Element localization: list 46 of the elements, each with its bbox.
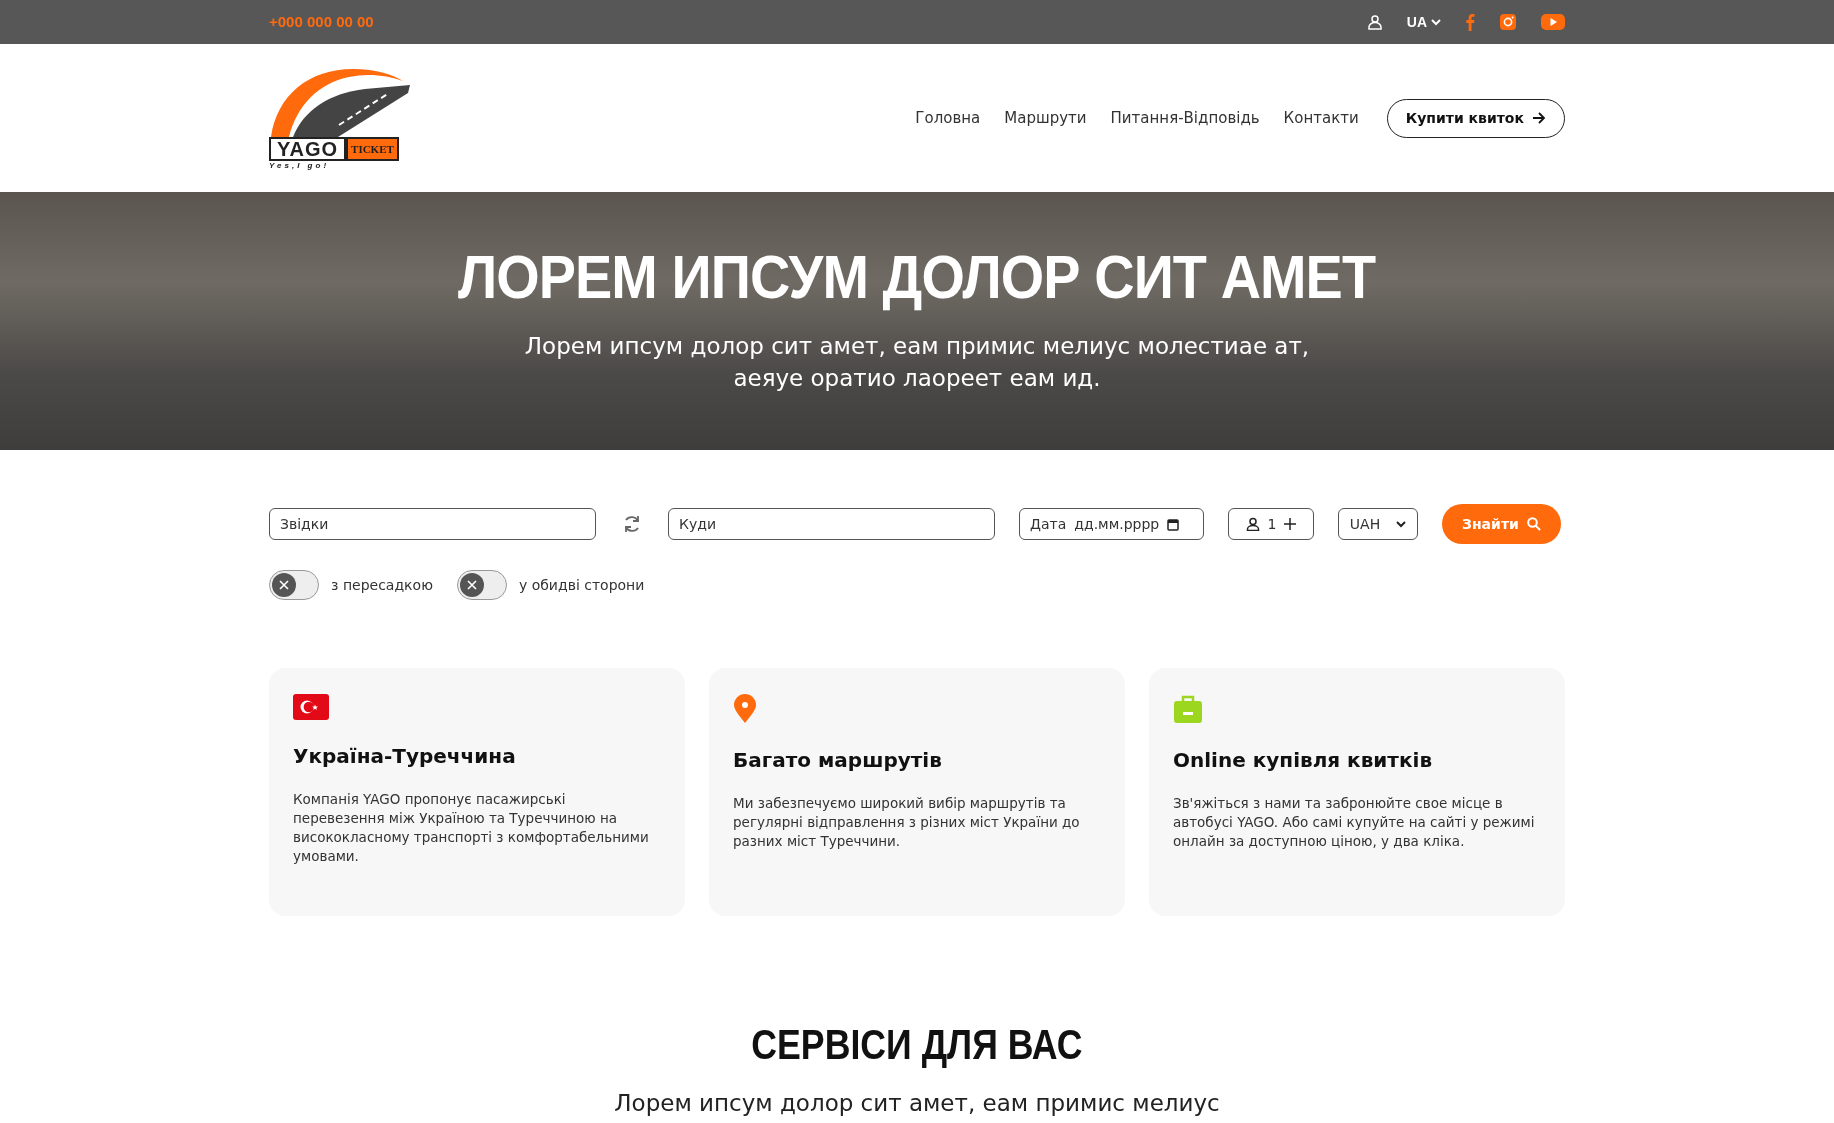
- nav-link[interactable]: Маршрути: [1004, 106, 1087, 130]
- search-icon: [1526, 517, 1541, 531]
- toggle-switch[interactable]: [269, 570, 319, 600]
- facebook-icon[interactable]: [1465, 13, 1475, 31]
- logo-badge: TICKET: [346, 137, 399, 161]
- turkish-flag-icon: [293, 694, 329, 720]
- logo-slogan: Yes,I go!: [269, 161, 331, 171]
- nav-link[interactable]: Питання-Відповідь: [1110, 106, 1260, 130]
- passengers-field[interactable]: 1: [1228, 508, 1314, 540]
- calendar-icon: [1167, 517, 1180, 531]
- departure-field[interactable]: Звідки: [269, 508, 596, 540]
- destination-field[interactable]: Куди: [668, 508, 995, 540]
- map-pin-icon: [733, 694, 757, 724]
- section-subtitle: Лорем ипсум долор сит амет, еам примис мелиус: [614, 1089, 1220, 1119]
- feature-description: Ми забезпечуємо широкий вибір маршрутів та регулярні відправлення з різних міст України до разних міст Туреччини.: [733, 794, 1081, 851]
- logo-wordmark: YAGO: [269, 137, 347, 161]
- briefcase-icon: [1173, 694, 1203, 724]
- feature-description: Зв'яжіться з нами та забронюйте свое місце в автобусі YAGO. Або самі купуйте на сайті у режимі онлайн за доступною ціною, у два кліка.: [1173, 794, 1536, 851]
- swap-arrows-icon[interactable]: [622, 514, 642, 534]
- section-title: СЕРВІСИ ДЛЯ ВАС: [751, 1020, 1083, 1070]
- hero-subtitle: Лорем ипсум долор сит амет, еам примис мелиус молестиае ат, аеяуе оратио лаореет еам ид.: [523, 332, 1311, 394]
- nav-link[interactable]: Головна: [915, 106, 981, 130]
- arrow-right-icon: [1532, 112, 1546, 124]
- currency-select[interactable]: UAH: [1338, 508, 1418, 540]
- feature-description: Компанія YAGO пропонує пасажирські перевезення між Україною та Туреччиною на висококласному транспорті з комфортабельними умовами.: [293, 790, 650, 866]
- instagram-icon[interactable]: [1499, 13, 1517, 31]
- close-icon: [279, 580, 289, 590]
- toggle-label: з пересадкою: [331, 575, 433, 595]
- date-field[interactable]: Дата дд.мм.рррр: [1019, 508, 1204, 540]
- buy-ticket-button[interactable]: Купити квиток: [1386, 98, 1565, 138]
- video-play-icon[interactable]: [1541, 13, 1565, 31]
- feature-title: Online купівля квитків: [1173, 748, 1434, 772]
- user-icon: [1245, 517, 1260, 531]
- logo[interactable]: YAGO TICKET Yes,I go!: [269, 65, 411, 171]
- chevron-down-icon: [1431, 18, 1441, 26]
- toggle-label: у обидві сторони: [518, 575, 645, 595]
- feature-title: Багато маршрутів: [733, 748, 943, 772]
- nav-link[interactable]: Контакти: [1283, 106, 1359, 130]
- plus-icon: [1284, 518, 1297, 530]
- language-selector[interactable]: UA: [1406, 11, 1441, 33]
- user-icon[interactable]: [1366, 14, 1383, 30]
- hero-title: ЛОРЕМ ИПСУМ ДОЛОР СИТ АМЕТ: [458, 240, 1376, 313]
- feature-title: Україна-Туреччина: [293, 744, 517, 768]
- chevron-down-icon: [1396, 520, 1407, 528]
- toggle-switch[interactable]: [456, 570, 507, 600]
- close-icon: [466, 580, 477, 590]
